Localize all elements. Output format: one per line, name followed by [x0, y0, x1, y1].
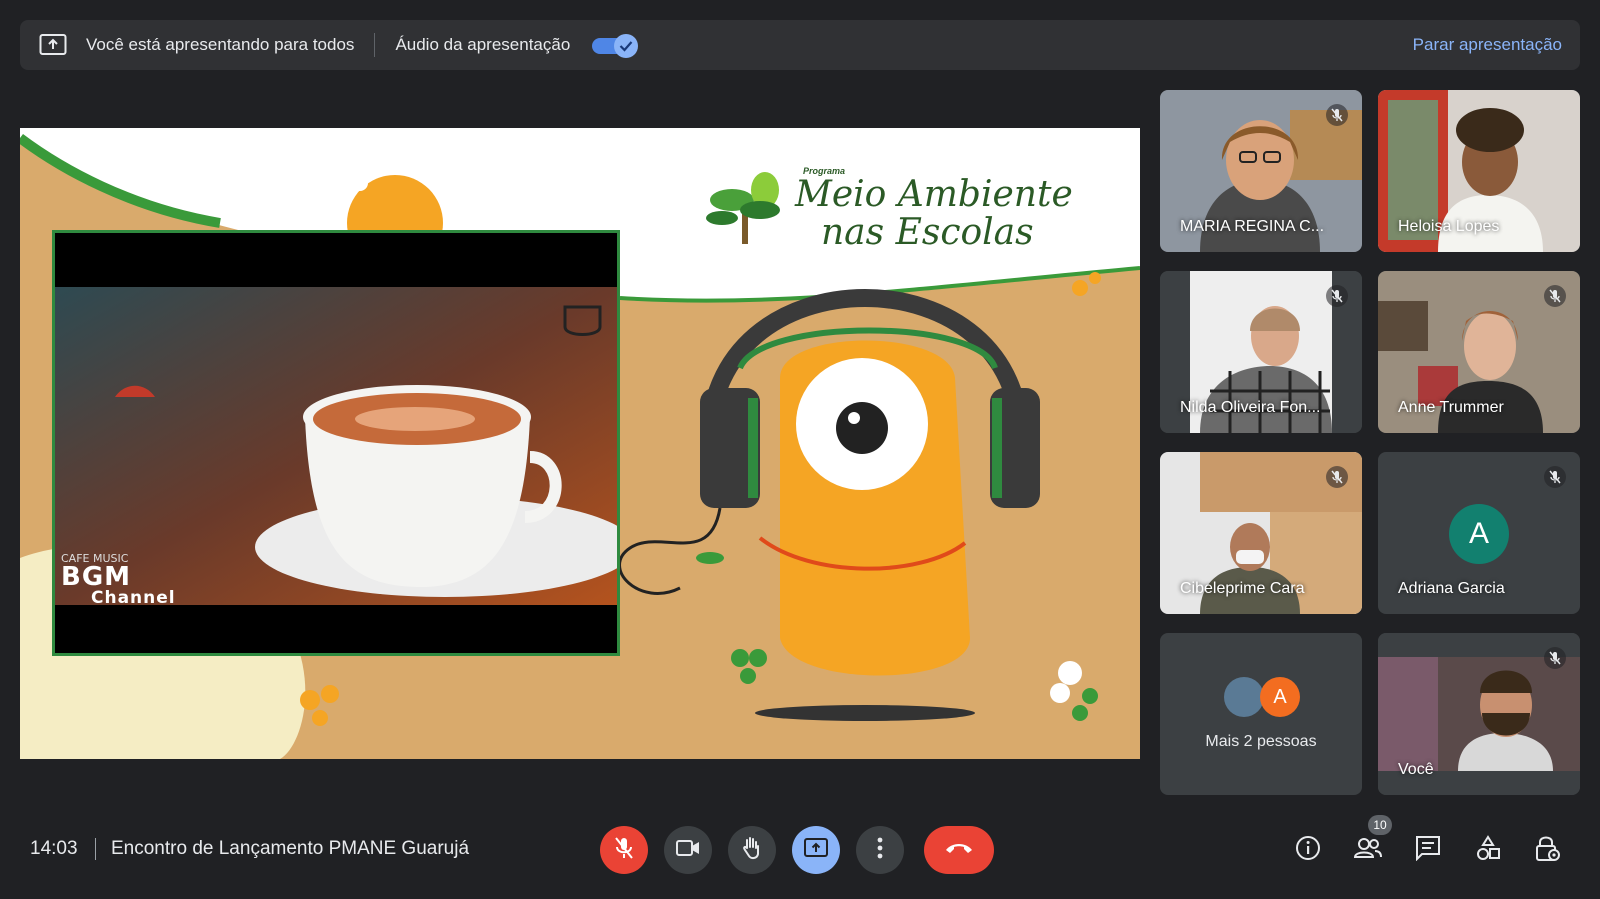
present-screen-icon: [804, 837, 828, 863]
chat-icon: [1415, 835, 1441, 866]
participant-tile[interactable]: Cibeleprime Cara: [1160, 452, 1362, 614]
participant-name: Anne Trummer: [1398, 399, 1504, 416]
camera-icon: [676, 839, 700, 862]
participant-tile[interactable]: Heloisa Lopes: [1378, 90, 1580, 252]
more-participants-label: Mais 2 pessoas: [1205, 733, 1317, 750]
microphone-off-icon: [1326, 285, 1348, 307]
bottom-divider: [95, 838, 96, 860]
microphone-off-icon: [1326, 104, 1348, 126]
more-participants-avatars: A: [1224, 677, 1304, 717]
microphone-toggle-button[interactable]: [600, 826, 648, 874]
presentation-audio-toggle[interactable]: [592, 34, 639, 58]
participant-name: MARIA REGINA C...: [1180, 218, 1325, 235]
camera-toggle-button[interactable]: [664, 826, 712, 874]
meeting-details-button[interactable]: [1288, 830, 1328, 870]
participant-tile[interactable]: MARIA REGINA C...: [1160, 90, 1362, 252]
info-icon: [1295, 835, 1321, 866]
microphone-off-icon: [1544, 285, 1566, 307]
program-title-line2: nas Escolas: [821, 211, 1034, 253]
shared-presentation-slide: Programa Meio Ambiente nas Escolas CAFE …: [20, 128, 1140, 759]
participant-tile[interactable]: Anne Trummer: [1378, 271, 1580, 433]
program-logo-title: Programa Meio Ambiente nas Escolas: [795, 166, 1073, 252]
embedded-video-player[interactable]: CAFE MUSIC BGM Channel: [52, 230, 620, 656]
participant-count-badge: 10: [1368, 815, 1392, 835]
participant-tile[interactable]: Nilda Oliveira Fon...: [1160, 271, 1362, 433]
microphone-off-icon: [1544, 647, 1566, 669]
more-participants-tile[interactable]: A Mais 2 pessoas: [1160, 633, 1362, 795]
present-screen-icon: [38, 32, 68, 58]
microphone-off-icon: [614, 836, 634, 864]
participant-name: Nilda Oliveira Fon...: [1180, 399, 1321, 416]
meeting-clock: 14:03: [30, 838, 78, 859]
banner-divider: [374, 33, 376, 57]
program-title-line1: Meio Ambiente: [795, 174, 1073, 215]
chat-button[interactable]: [1408, 830, 1448, 870]
participant-tile[interactable]: A Adriana Garcia: [1378, 452, 1580, 614]
participant-name: Cibeleprime Cara: [1180, 580, 1305, 597]
microphone-off-icon: [1544, 466, 1566, 488]
check-icon: [614, 34, 639, 58]
presenting-banner: Você está apresentando para todos Áudio …: [20, 20, 1580, 70]
more-options-icon: [877, 837, 883, 864]
microphone-off-icon: [1326, 466, 1348, 488]
stop-presenting-button[interactable]: Parar apresentação: [1413, 35, 1562, 55]
activities-icon: [1475, 834, 1501, 866]
more-options-button[interactable]: [856, 826, 904, 874]
participant-name: Você: [1398, 761, 1434, 778]
activities-button[interactable]: [1468, 830, 1508, 870]
host-controls-button[interactable]: [1528, 830, 1568, 870]
raise-hand-button[interactable]: [728, 826, 776, 874]
hang-up-icon: [944, 841, 974, 860]
presenting-status-text: Você está apresentando para todos: [86, 35, 355, 54]
leave-call-button[interactable]: [924, 826, 994, 874]
people-button[interactable]: [1348, 830, 1388, 870]
people-icon: [1353, 837, 1383, 864]
host-controls-icon: [1535, 834, 1561, 867]
meeting-title: Encontro de Lançamento PMANE Guarujá: [111, 838, 470, 859]
participant-name: Heloisa Lopes: [1398, 218, 1500, 235]
avatar: A: [1449, 504, 1509, 564]
self-participant-tile[interactable]: Você: [1378, 633, 1580, 795]
avatar: [1224, 677, 1264, 717]
raise-hand-icon: [741, 836, 763, 865]
video-channel-watermark: CAFE MUSIC BGM Channel: [61, 552, 176, 608]
avatar: A: [1260, 677, 1300, 717]
present-screen-button[interactable]: [792, 826, 840, 874]
participant-name: Adriana Garcia: [1398, 580, 1505, 597]
presentation-audio-label: Áudio da apresentação: [395, 35, 571, 54]
